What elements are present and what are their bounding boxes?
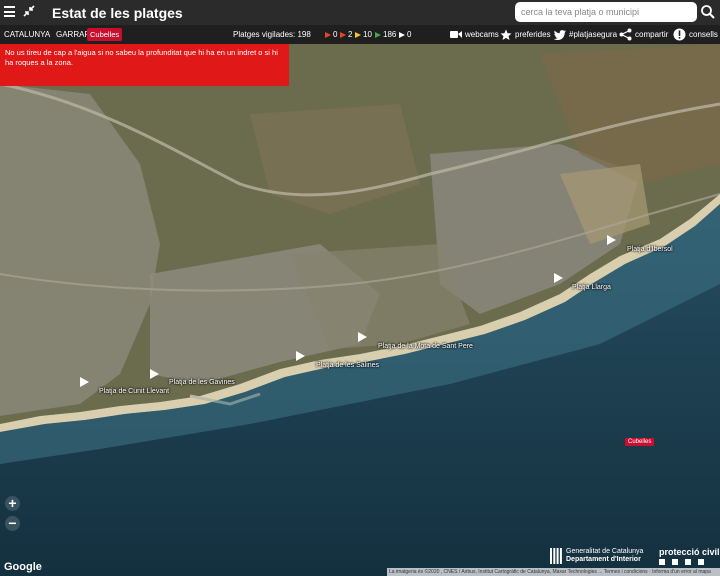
- flag-icon: [375, 31, 381, 38]
- tips-label: consells: [689, 30, 718, 39]
- flag-count-value: 0: [333, 30, 338, 39]
- flag-count-black: 0: [325, 30, 337, 39]
- share-icon: [619, 28, 632, 41]
- webcams-button[interactable]: webcams: [450, 27, 499, 42]
- map-attribution[interactable]: La imatgeria és ©2020 , CNES / Airbus, I…: [387, 568, 720, 576]
- favorites-button[interactable]: preferides: [500, 27, 551, 42]
- flag-count-value: 186: [383, 30, 397, 39]
- flag-count-value: 10: [363, 30, 372, 39]
- twitter-bird-icon: [554, 29, 566, 40]
- breadcrumb-region[interactable]: CATALUNYA: [4, 30, 50, 39]
- zoom-out-button[interactable]: −: [5, 516, 20, 531]
- info-exclamation-icon: [673, 28, 686, 41]
- generalitat-emblem-icon: [550, 548, 562, 564]
- flag-icon: [355, 31, 361, 38]
- map-imagery: [0, 44, 720, 576]
- app-header: Estat de les platges: [0, 0, 720, 25]
- beach-marker-cunit-llevant[interactable]: [80, 377, 89, 387]
- flag-icon: [340, 31, 346, 38]
- webcams-label: webcams: [465, 30, 499, 39]
- hamburger-menu-icon[interactable]: [4, 6, 15, 17]
- generalitat-name: Generalitat de Catalunya: [566, 548, 644, 555]
- flag-count-value: 2: [348, 30, 353, 39]
- safety-alert-banner: No us tireu de cap a l'aigua si no sabeu…: [0, 44, 289, 86]
- beach-marker-gavines[interactable]: [150, 369, 159, 379]
- monitored-beaches-count: Platges vigilades: 198: [233, 30, 311, 39]
- beach-marker-salines[interactable]: [296, 351, 305, 361]
- civil-protection-squares-icon: [659, 559, 711, 565]
- hashtag-label: #platjasegura: [569, 30, 618, 39]
- flag-count-value: 0: [407, 30, 412, 39]
- share-button[interactable]: compartir: [619, 27, 668, 42]
- satellite-map[interactable]: Platja d'Ibersol Platja Llarga Platja de…: [0, 44, 720, 576]
- beach-label-mota-sant-pere[interactable]: Platja de la Mota de Sant Pere: [378, 343, 473, 350]
- tips-button[interactable]: consells: [673, 27, 718, 42]
- flag-icon: [399, 31, 405, 38]
- breadcrumb-county[interactable]: GARRAF: [56, 30, 89, 39]
- department-name: Departament d'Interior: [566, 556, 641, 563]
- beach-marker-mota-sant-pere[interactable]: [358, 332, 367, 342]
- flag-icon: [325, 31, 331, 38]
- search-icon[interactable]: [700, 4, 716, 20]
- collapse-arrows-icon[interactable]: [22, 4, 36, 18]
- beach-label-cunit-llevant[interactable]: Platja de Cunit Llevant: [99, 388, 169, 395]
- app-title: Estat de les platges: [52, 5, 183, 21]
- flag-count-red: 2: [340, 30, 352, 39]
- search-input[interactable]: [515, 2, 697, 22]
- google-logo: Google: [4, 561, 42, 573]
- zoom-in-button[interactable]: +: [5, 496, 20, 511]
- beach-label-llarga[interactable]: Platja Llarga: [572, 284, 611, 291]
- flag-count-green: 186: [375, 30, 396, 39]
- beach-label-ibersol[interactable]: Platja d'Ibersol: [627, 246, 673, 253]
- flag-count-yellow: 10: [355, 30, 372, 39]
- beach-marker-ibersol[interactable]: [607, 235, 616, 245]
- beach-label-gavines[interactable]: Platja de les Gavines: [169, 379, 235, 386]
- video-camera-icon: [450, 31, 462, 38]
- hashtag-button[interactable]: #platjasegura: [554, 27, 617, 42]
- generalitat-text: Generalitat de Catalunya Departament d'I…: [566, 548, 643, 564]
- civil-protection-logo: protecció civil: [659, 547, 720, 557]
- flag-count-closed: 0: [399, 30, 411, 39]
- star-icon: [500, 29, 512, 40]
- generalitat-logo: Generalitat de Catalunya Departament d'I…: [550, 548, 643, 564]
- beach-label-salines[interactable]: Platja de les Salines: [316, 362, 379, 369]
- share-label: compartir: [635, 30, 669, 39]
- toolbar: CATALUNYA GARRAF Cubelles Platges vigila…: [0, 25, 720, 44]
- town-label: Cubelles: [625, 438, 655, 446]
- favorites-label: preferides: [515, 30, 551, 39]
- breadcrumb-town[interactable]: Cubelles: [87, 28, 123, 41]
- beach-marker-llarga[interactable]: [554, 273, 563, 283]
